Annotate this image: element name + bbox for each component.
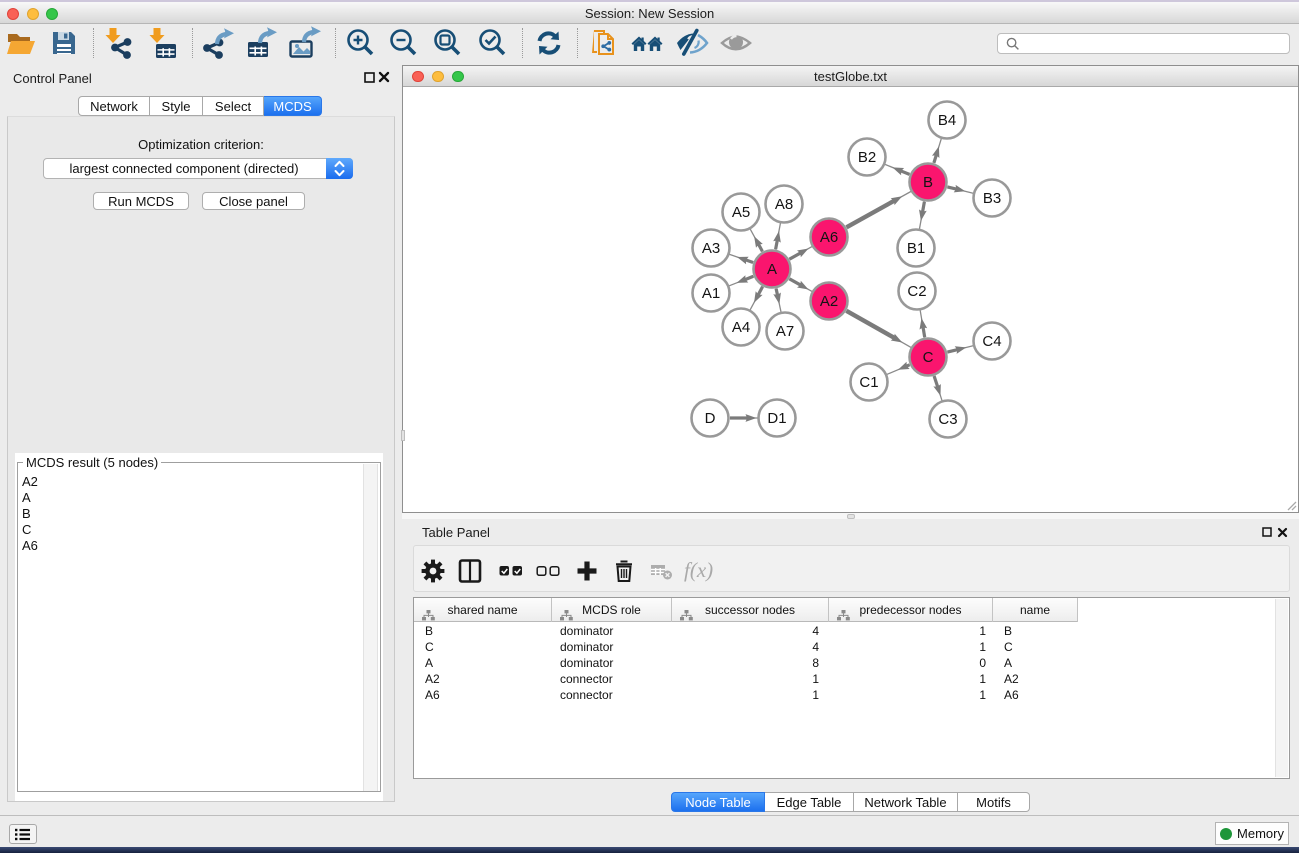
svg-text:D1: D1	[767, 410, 786, 427]
svg-text:B: B	[923, 174, 933, 191]
svg-text:B2: B2	[858, 149, 876, 166]
svg-text:A5: A5	[732, 204, 750, 221]
svg-text:A3: A3	[702, 240, 720, 257]
svg-text:D: D	[705, 410, 716, 427]
svg-text:C: C	[923, 349, 934, 366]
svg-text:A7: A7	[776, 323, 794, 340]
svg-text:A1: A1	[702, 285, 720, 302]
svg-text:A6: A6	[820, 229, 838, 246]
svg-text:B1: B1	[907, 240, 925, 257]
svg-text:B4: B4	[938, 112, 956, 129]
svg-text:C3: C3	[938, 411, 957, 428]
svg-text:A: A	[767, 261, 777, 278]
svg-text:C4: C4	[982, 333, 1001, 350]
svg-text:A4: A4	[732, 319, 750, 336]
svg-text:A2: A2	[820, 293, 838, 310]
svg-text:B3: B3	[983, 190, 1001, 207]
svg-text:A8: A8	[775, 196, 793, 213]
svg-text:C1: C1	[859, 374, 878, 391]
svg-text:C2: C2	[907, 283, 926, 300]
